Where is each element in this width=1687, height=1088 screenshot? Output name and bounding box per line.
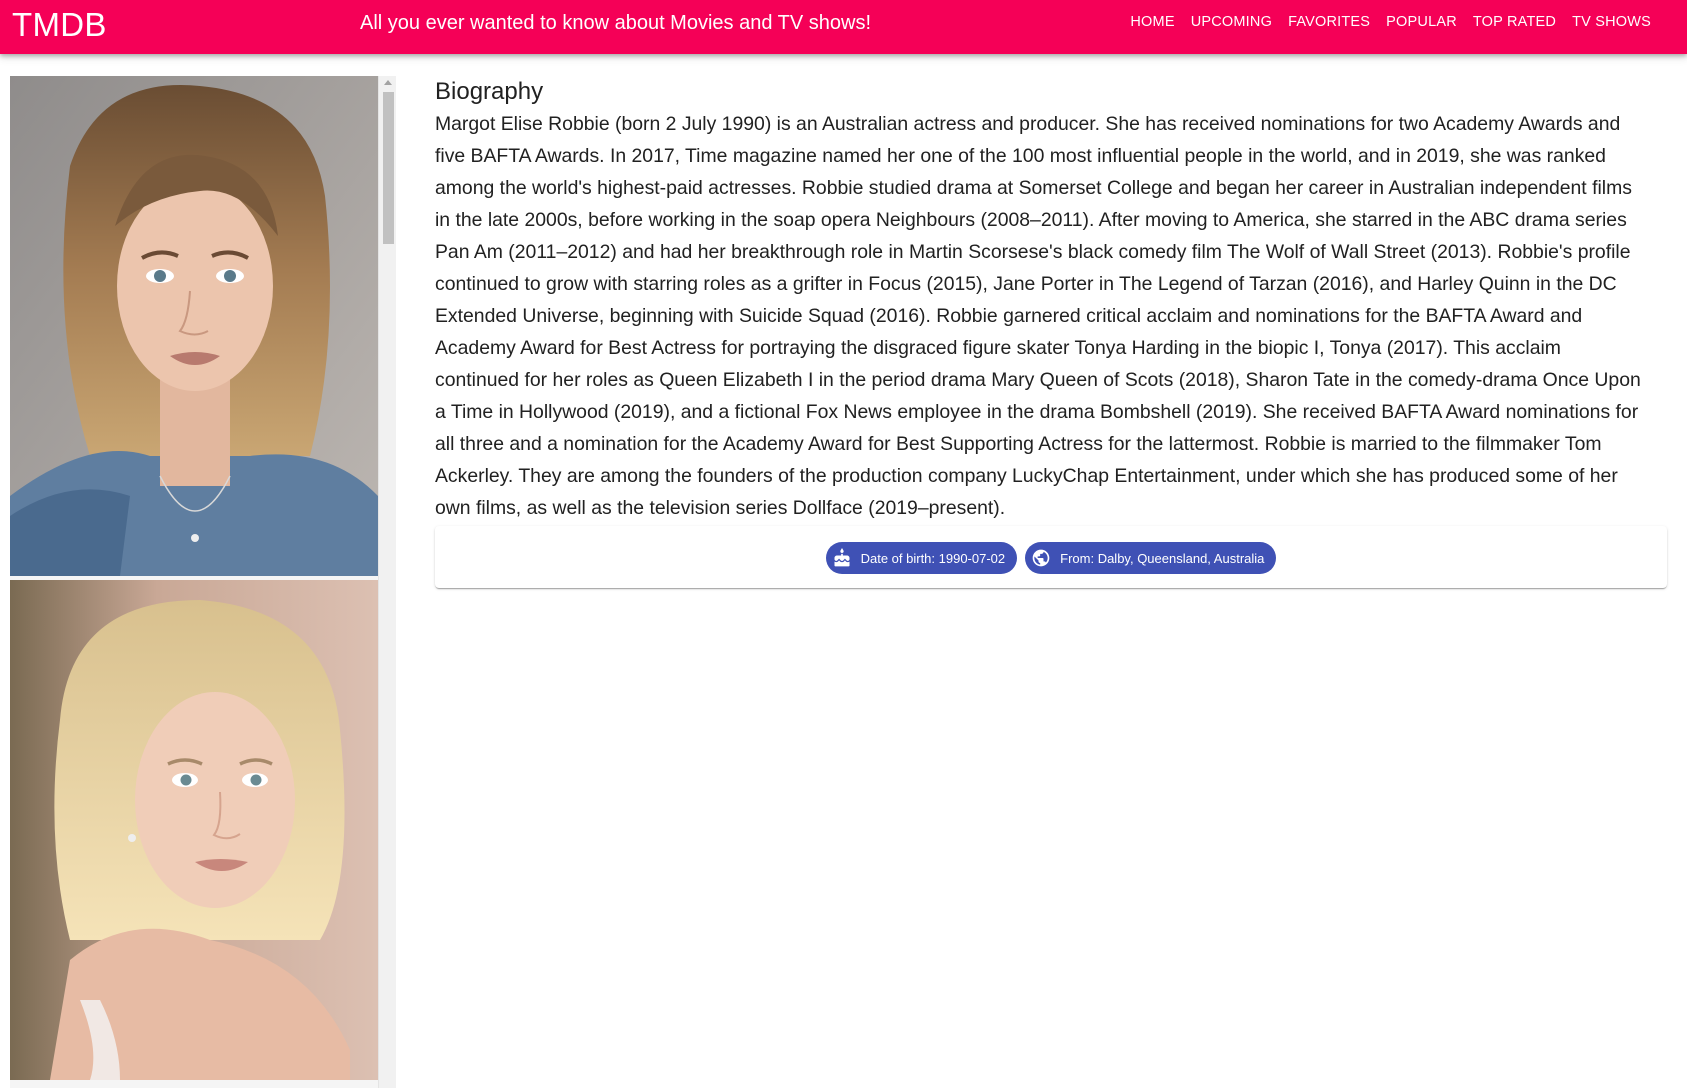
nav-upcoming[interactable]: UPCOMING — [1183, 12, 1280, 32]
gallery-scrollbar[interactable] — [378, 76, 396, 1088]
origin-chip[interactable]: From: Dalby, Queensland, Australia — [1025, 542, 1277, 574]
birth-date-label: Date of birth: 1990-07-02 — [860, 550, 1006, 566]
biography-heading: Biography — [435, 78, 544, 105]
birth-date-chip[interactable]: Date of birth: 1990-07-02 — [825, 542, 1018, 574]
details-card: Date of birth: 1990-07-02 From: Dalby, Q… — [435, 526, 1667, 588]
nav-favorites[interactable]: FAVORITES — [1280, 12, 1378, 32]
site-tagline: All you ever wanted to know about Movies… — [360, 12, 872, 34]
scroll-up-icon[interactable] — [384, 80, 392, 85]
nav-tv-shows[interactable]: TV SHOWS — [1564, 12, 1659, 32]
nav-home[interactable]: HOME — [1122, 12, 1182, 32]
app-bar: TMDB All you ever wanted to know about M… — [0, 0, 1687, 54]
profile-photo — [10, 76, 378, 576]
biography-text: Margot Elise Robbie (born 2 July 1990) i… — [435, 113, 1641, 519]
profile-photo — [10, 580, 378, 1080]
image-gallery — [10, 76, 396, 1088]
nav-top-rated[interactable]: TOP RATED — [1465, 12, 1564, 32]
scroll-thumb[interactable] — [383, 92, 394, 244]
globe-icon — [1029, 546, 1053, 570]
main-nav: HOME UPCOMING FAVORITES POPULAR TOP RATE… — [1122, 12, 1659, 32]
detail-chips: Date of birth: 1990-07-02 From: Dalby, Q… — [435, 542, 1667, 574]
brand-logo[interactable]: TMDB — [12, 5, 107, 45]
nav-popular[interactable]: POPULAR — [1378, 12, 1465, 32]
biography-section: Biography Margot Elise Robbie (born 2 Ju… — [435, 76, 1650, 524]
cake-icon — [830, 546, 854, 570]
origin-label: From: Dalby, Queensland, Australia — [1060, 550, 1265, 566]
